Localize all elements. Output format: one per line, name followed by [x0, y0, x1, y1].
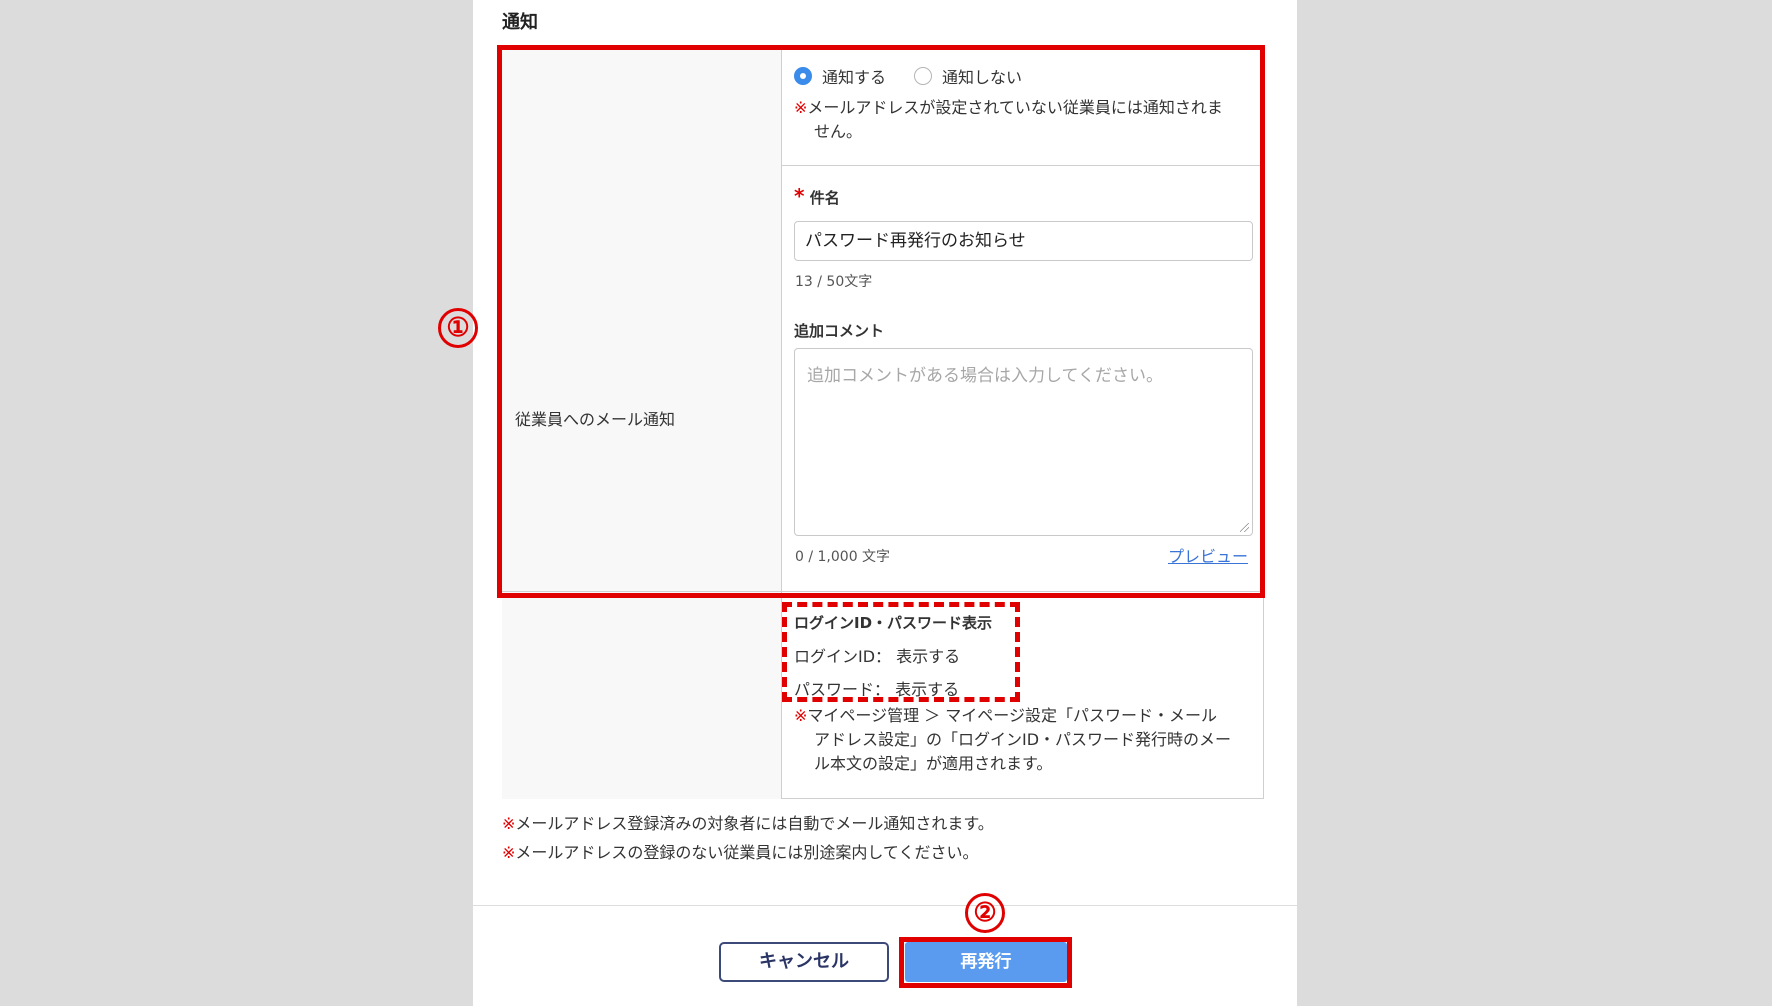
annotation-box-1	[497, 45, 1265, 598]
annotation-marker-2: ②	[965, 893, 1005, 933]
note-text: メールアドレス登録済みの対象者には自動でメール通知されます。	[515, 814, 994, 833]
cancel-button[interactable]: キャンセル	[719, 942, 889, 982]
footer-note-1: ※メールアドレス登録済みの対象者には自動でメール通知されます。	[502, 812, 994, 836]
login-display-note: ※マイページ管理 ＞ マイページ設定「パスワード・メール アドレス設定」の「ログ…	[794, 704, 1254, 776]
footer-note-2: ※メールアドレスの登録のない従業員には別途案内してください。	[502, 841, 978, 865]
annotation-marker-1: ①	[438, 308, 478, 348]
annotation-box-2	[899, 937, 1072, 988]
note-mark: ※	[502, 843, 516, 862]
note-text: マイページ管理 ＞ マイページ設定「パスワード・メール	[807, 706, 1217, 725]
note-text: ル本文の設定」が適用されます。	[814, 754, 1053, 773]
section-title: 通知	[502, 12, 538, 33]
footer-divider	[473, 905, 1297, 906]
note-text: メールアドレスの登録のない従業員には別途案内してください。	[515, 843, 979, 862]
note-text: アドレス設定」の「ログインID・パスワード発行時のメー	[814, 730, 1232, 749]
note-mark: ※	[502, 814, 516, 833]
note-mark: ※	[794, 706, 808, 725]
annotation-dashed-box	[782, 602, 1020, 702]
